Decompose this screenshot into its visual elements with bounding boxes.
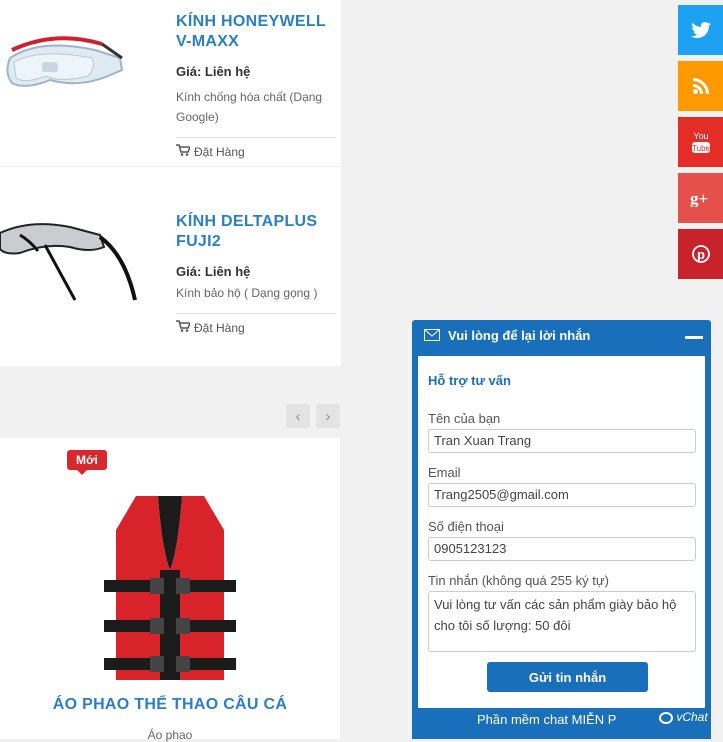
section-title: Hỗ trợ tư vấn [428,373,511,388]
product-card: KÍNH HONEYWELL V-MAXX Giá: Liên hệ Kính … [0,0,341,166]
pinterest-button[interactable]: p [678,229,723,279]
product-title[interactable]: ÁO PHAO THỂ THAO CÂU CÁ [0,696,340,714]
new-badge: Mới [67,450,107,475]
product-card: KÍNH DELTAPLUS FUJI2 Giá: Liên hệ Kính b… [0,167,341,366]
rss-button[interactable] [678,61,723,111]
chat-form: Hỗ trợ tư vấn Tên của bạn Tran Xuan Tran… [418,356,705,708]
chat-header-title: Vui lòng để lại lời nhắn [448,327,591,343]
divider [176,137,336,138]
pinterest-icon: p [691,245,710,263]
vchat-brand: vChat [676,710,708,724]
product-price: Giá: Liên hệ [176,64,251,79]
google-plus-button[interactable]: g+ [678,173,723,223]
svg-text:g+: g+ [690,189,708,207]
order-label: Đặt Hàng [194,320,245,335]
google-plus-icon: g+ [690,189,708,207]
prev-button[interactable]: ‹ [286,404,310,428]
chat-footer-text: Phần mềm chat MIỄN P [477,712,617,727]
product-image-glasses[interactable] [0,205,160,305]
youtube-button[interactable]: You Tube [678,117,723,167]
email-label: Email [428,465,461,480]
cart-icon [176,144,192,159]
vchat-logo: vChat [657,710,708,724]
product-subtitle: Áo phao [147,728,193,742]
divider [176,313,336,314]
chat-widget: Vui lòng để lại lời nhắn Hỗ trợ tư vấn T… [412,320,711,739]
send-message-button[interactable]: Gửi tin nhắn [487,662,648,692]
phone-label: Số điện thoại [428,519,504,534]
minimize-icon[interactable] [685,336,703,339]
rss-icon [692,78,709,94]
product-image-life-vest[interactable] [100,490,240,690]
name-field[interactable]: Tran Xuan Trang [428,429,696,453]
product-card-featured: ÁO PHAO THỂ THAO CÂU CÁ Áo phao [0,438,340,742]
product-description: Kính chống hóa chất (Dạng Google) [176,90,323,124]
svg-text:p: p [697,247,705,262]
cart-icon [176,320,192,335]
chat-bubble-icon [659,711,673,724]
order-label: Đặt Hàng [194,144,245,159]
envelope-icon [424,329,440,341]
product-title[interactable]: KÍNH HONEYWELL V-MAXX [176,12,336,52]
product-title[interactable]: KÍNH DELTAPLUS FUJI2 [176,212,336,252]
email-field[interactable]: Trang2505@gmail.com [428,483,696,507]
chat-header[interactable]: Vui lòng để lại lời nhắn [412,320,711,350]
product-price: Giá: Liên hệ [176,264,251,279]
name-label: Tên của bạn [428,411,501,426]
svg-text:You: You [693,131,708,141]
chevron-right-icon: › [325,408,331,424]
message-textarea[interactable]: Vui lòng tư vấn các sản phẩm giày bảo hộ… [428,591,696,652]
youtube-icon: You Tube [691,131,710,153]
order-button[interactable]: Đặt Hàng [176,320,336,335]
twitter-icon [690,22,711,38]
product-image-goggles[interactable] [0,28,160,108]
message-label: Tin nhắn (không quá 255 ký tự) [428,573,609,588]
phone-field[interactable]: 0905123123 [428,537,696,561]
next-button[interactable]: › [316,404,340,428]
chevron-left-icon: ‹ [295,408,301,424]
product-description: Kính bảo hộ ( Dạng gọng ) [176,286,318,300]
svg-text:Tube: Tube [692,144,710,153]
order-button[interactable]: Đặt Hàng [176,144,336,159]
twitter-button[interactable] [678,5,723,55]
